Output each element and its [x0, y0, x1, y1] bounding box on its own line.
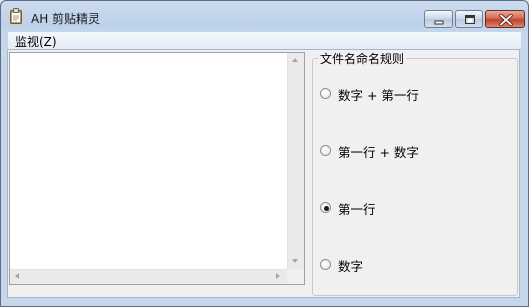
radio-button[interactable]	[320, 259, 331, 270]
window-title: AH 剪贴精灵	[31, 12, 101, 26]
radio-selected-dot	[324, 206, 329, 211]
menu-monitor[interactable]: 监视(Z)	[15, 33, 57, 50]
clipboard-text-area[interactable]	[9, 52, 305, 285]
scroll-right-icon[interactable]	[276, 273, 280, 279]
radio-button-selected[interactable]	[320, 202, 331, 213]
scrollbar-corner	[287, 269, 304, 284]
radio-button[interactable]	[320, 145, 331, 156]
minimize-button[interactable]	[424, 10, 453, 28]
maximize-icon	[465, 15, 475, 24]
radio-label[interactable]: 数字	[338, 256, 363, 275]
vertical-scrollbar[interactable]	[287, 53, 304, 269]
close-button[interactable]	[485, 10, 525, 28]
title-bar[interactable]: AH 剪贴精灵	[1, 1, 528, 31]
horizontal-scrollbar[interactable]	[10, 269, 287, 284]
radio-number[interactable]: 数字	[320, 256, 380, 275]
naming-rule-legend: 文件名命名规则	[318, 50, 407, 67]
scroll-down-icon[interactable]	[292, 259, 298, 263]
menu-bar: 监视(Z)	[8, 32, 521, 49]
radio-first-line[interactable]: 第一行	[320, 199, 390, 218]
radio-button[interactable]	[320, 88, 331, 99]
minimize-icon	[434, 20, 444, 25]
scroll-left-icon[interactable]	[15, 273, 19, 279]
radio-first-line-number[interactable]: 第一行 + 数字	[320, 142, 430, 161]
maximize-button[interactable]	[455, 10, 483, 28]
radio-label[interactable]: 第一行	[338, 199, 376, 218]
close-icon	[499, 13, 513, 27]
radio-label[interactable]: 第一行 + 数字	[338, 142, 419, 161]
clipboard-icon[interactable]	[10, 8, 22, 24]
scroll-up-icon[interactable]	[292, 58, 298, 62]
radio-label[interactable]: 数字 + 第一行	[338, 85, 419, 104]
radio-number-first-line[interactable]: 数字 + 第一行	[320, 85, 430, 104]
